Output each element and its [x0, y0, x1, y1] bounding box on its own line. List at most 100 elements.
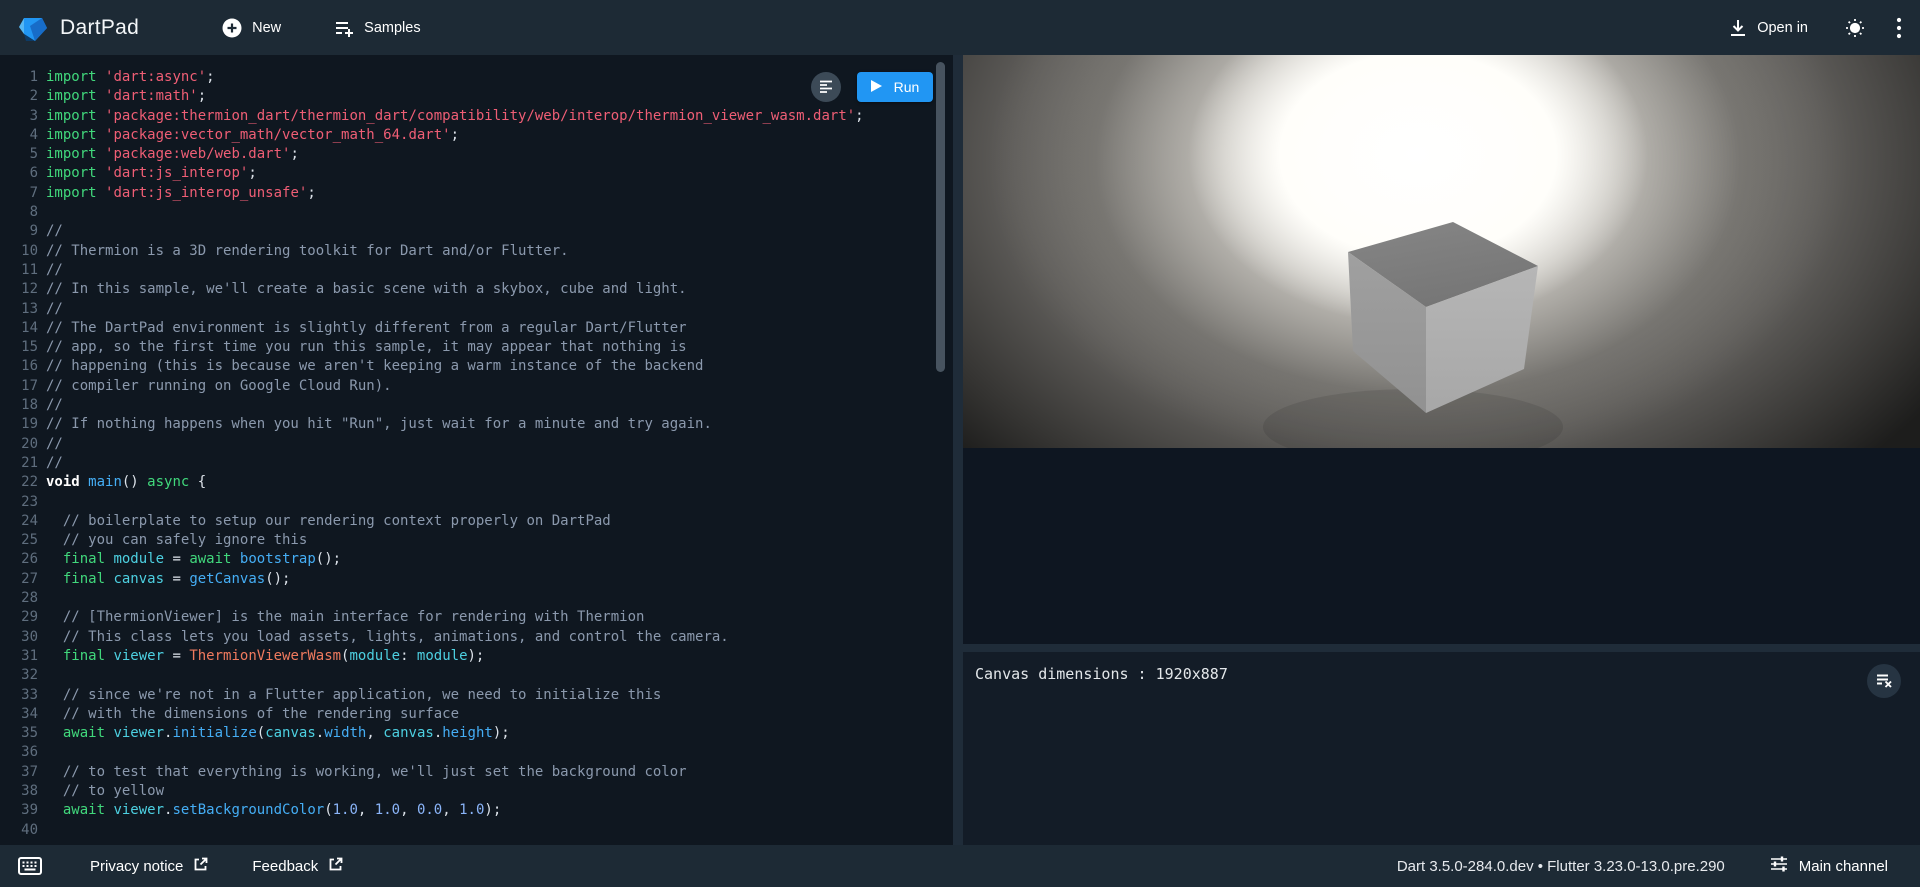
code-line[interactable]: 34 // with the dimensions of the renderi…	[0, 705, 953, 724]
code-line[interactable]: 40	[0, 821, 953, 840]
code-line[interactable]: 11//	[0, 261, 953, 280]
code-line[interactable]: 13 //	[0, 300, 953, 319]
render-canvas[interactable]	[963, 55, 1920, 448]
code-line[interactable]: 39 await viewer.setBackgroundColor(1.0, …	[0, 801, 953, 820]
line-number: 1	[0, 68, 38, 87]
line-number: 34	[0, 705, 38, 724]
code-line[interactable]: 17// compiler running on Google Cloud Ru…	[0, 377, 953, 396]
line-number: 26	[0, 550, 38, 569]
line-number: 32	[0, 666, 38, 685]
code-line[interactable]: 26 final module = await bootstrap();	[0, 550, 953, 569]
kebab-menu-icon[interactable]	[1896, 17, 1902, 39]
editor-scrollbar[interactable]	[936, 62, 945, 372]
code-line[interactable]: 33 // since we're not in a Flutter appli…	[0, 686, 953, 705]
new-button[interactable]: New	[221, 17, 281, 39]
line-number: 21	[0, 454, 38, 473]
run-button[interactable]: Run	[857, 72, 933, 102]
code-line[interactable]: 29 // [ThermionViewer] is the main inter…	[0, 608, 953, 627]
code-line[interactable]: 25 // you can safely ignore this	[0, 531, 953, 550]
privacy-notice-label: Privacy notice	[90, 858, 183, 875]
add-circle-icon	[221, 17, 243, 39]
download-icon	[1728, 18, 1748, 38]
line-number: 23	[0, 493, 38, 512]
open-in-new-icon	[193, 857, 208, 876]
code-line-text: // If nothing happens when you hit "Run"…	[46, 415, 712, 434]
line-number: 40	[0, 821, 38, 840]
line-number: 12	[0, 280, 38, 299]
code-line-text: import 'dart:js_interop';	[46, 164, 257, 183]
code-line[interactable]: 27 final canvas = getCanvas();	[0, 570, 953, 589]
line-number: 31	[0, 647, 38, 666]
code-line[interactable]: 24 // boilerplate to setup our rendering…	[0, 512, 953, 531]
brightness-icon[interactable]	[1844, 17, 1866, 39]
console-panel: Canvas dimensions : 1920x887	[963, 652, 1920, 845]
line-number: 4	[0, 126, 38, 145]
code-line[interactable]: 5 import 'package:web/web.dart';	[0, 145, 953, 164]
output-console-divider[interactable]	[963, 644, 1920, 652]
app-header: DartPad New Samples Open in	[0, 0, 1920, 55]
code-line[interactable]: 7import 'dart:js_interop_unsafe';	[0, 184, 953, 203]
code-line[interactable]: 37 // to test that everything is working…	[0, 763, 953, 782]
line-number: 5	[0, 145, 38, 164]
code-line-text: // Thermion is a 3D rendering toolkit fo…	[46, 242, 569, 261]
samples-button[interactable]: Samples	[333, 17, 420, 39]
format-button[interactable]	[811, 72, 841, 102]
open-in-button[interactable]: Open in	[1728, 18, 1808, 38]
code-editor[interactable]: 1import 'dart:async';2import 'dart:math'…	[0, 55, 953, 840]
console-output: Canvas dimensions : 1920x887	[975, 665, 1908, 683]
code-line[interactable]: 28	[0, 589, 953, 608]
code-line-text: //	[46, 222, 63, 241]
code-line[interactable]: 2import 'dart:math';	[0, 87, 953, 106]
code-line[interactable]: 22void main() async {	[0, 473, 953, 492]
code-line-text: import 'package:thermion_dart/thermion_d…	[46, 107, 864, 126]
code-line-text: //	[46, 435, 63, 454]
code-line[interactable]: 35 await viewer.initialize(canvas.width,…	[0, 724, 953, 743]
line-number: 38	[0, 782, 38, 801]
code-line[interactable]: 23	[0, 493, 953, 512]
code-line-text: //	[46, 300, 63, 319]
play-icon	[871, 79, 882, 95]
code-line-text: // This class lets you load assets, ligh…	[46, 628, 729, 647]
code-line[interactable]: 21//	[0, 454, 953, 473]
code-line[interactable]: 12// In this sample, we'll create a basi…	[0, 280, 953, 299]
open-in-new-icon	[328, 857, 343, 876]
code-line[interactable]: 32	[0, 666, 953, 685]
new-button-label: New	[252, 20, 281, 36]
code-line-text: // to test that everything is working, w…	[46, 763, 687, 782]
code-line-text: // boilerplate to setup our rendering co…	[46, 512, 611, 531]
line-number: 6	[0, 164, 38, 183]
line-number: 36	[0, 743, 38, 762]
code-line-text: // [ThermionViewer] is the main interfac…	[46, 608, 644, 627]
code-line-text: // since we're not in a Flutter applicat…	[46, 686, 661, 705]
code-line[interactable]: 16// happening (this is because we aren'…	[0, 357, 953, 376]
code-line[interactable]: 1import 'dart:async';	[0, 68, 953, 87]
code-line-text: import 'package:web/web.dart';	[46, 145, 299, 164]
format-align-icon	[818, 78, 834, 97]
code-line-text: await viewer.setBackgroundColor(1.0, 1.0…	[46, 801, 501, 820]
code-line[interactable]: 15// app, so the first time you run this…	[0, 338, 953, 357]
channel-selector[interactable]: Main channel	[1769, 854, 1888, 878]
panel-splitter[interactable]	[953, 55, 963, 845]
code-line[interactable]: 14// The DartPad environment is slightly…	[0, 319, 953, 338]
clear-console-button[interactable]	[1867, 664, 1901, 698]
line-number: 14	[0, 319, 38, 338]
code-line[interactable]: 20//	[0, 435, 953, 454]
code-line[interactable]: 19 // If nothing happens when you hit "Ru…	[0, 415, 953, 434]
code-line[interactable]: 38 // to yellow	[0, 782, 953, 801]
code-line[interactable]: 30 // This class lets you load assets, l…	[0, 628, 953, 647]
privacy-notice-link[interactable]: Privacy notice	[90, 857, 208, 876]
code-line[interactable]: 4import 'package:vector_math/vector_math…	[0, 126, 953, 145]
line-number: 18	[0, 396, 38, 415]
code-line[interactable]: 36	[0, 743, 953, 762]
feedback-link[interactable]: Feedback	[252, 857, 343, 876]
code-line[interactable]: 9//	[0, 222, 953, 241]
keyboard-icon[interactable]	[18, 857, 42, 875]
line-number: 13	[0, 300, 38, 319]
code-line[interactable]: 3import 'package:thermion_dart/thermion_…	[0, 107, 953, 126]
code-line[interactable]: 10// Thermion is a 3D rendering toolkit …	[0, 242, 953, 261]
code-line[interactable]: 8	[0, 203, 953, 222]
code-line[interactable]: 6 import 'dart:js_interop';	[0, 164, 953, 183]
code-line[interactable]: 31 final viewer = ThermionViewerWasm(mod…	[0, 647, 953, 666]
line-number: 19	[0, 415, 38, 434]
code-line[interactable]: 18//	[0, 396, 953, 415]
